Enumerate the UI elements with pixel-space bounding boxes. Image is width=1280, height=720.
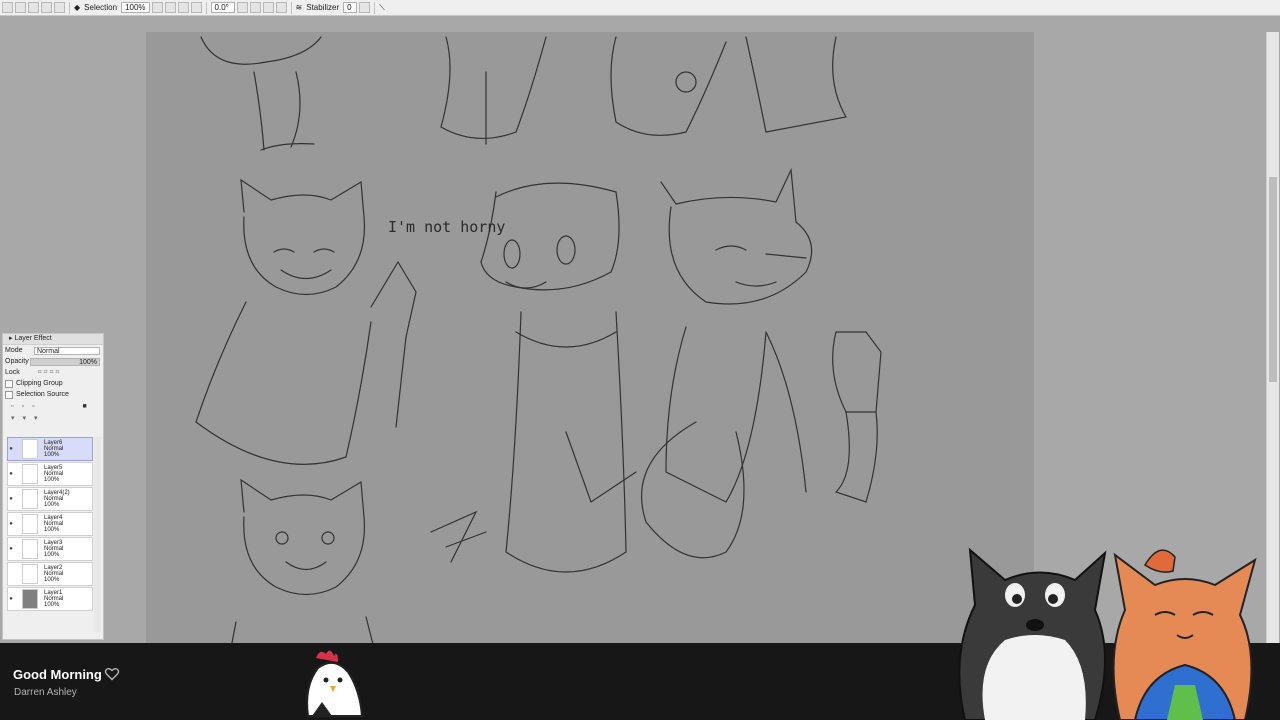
clear-layer-icon[interactable]: ▾	[34, 414, 38, 422]
stabilizer-dropdown-button[interactable]	[359, 2, 371, 13]
clipping-group-label: Clipping Group	[16, 380, 63, 387]
rotate-reset-button[interactable]	[275, 2, 287, 13]
mode-select[interactable]: Normal	[34, 346, 100, 355]
layer-opacity: 100%	[44, 552, 60, 558]
eye-icon[interactable]: ●	[8, 546, 14, 552]
layer-opacity: 100%	[44, 577, 60, 583]
zoom-out-button[interactable]	[164, 2, 176, 13]
rotation-dropdown-button[interactable]	[236, 2, 248, 13]
layer-opacity: 100%	[44, 452, 60, 458]
zoom-in-button[interactable]	[177, 2, 189, 13]
layer-mask-icon[interactable]: ▫	[32, 403, 34, 410]
clipping-group-row[interactable]: Clipping Group	[3, 378, 103, 389]
layer-list-scrollbar[interactable]	[94, 437, 101, 632]
stabilizer-label: Stabilizer	[306, 3, 340, 12]
drawing-canvas[interactable]: I'm not horny	[146, 32, 1034, 648]
layer-opacity: 100%	[44, 477, 60, 483]
layer-actions-row: ▫ ▫ ▫ ■	[3, 400, 103, 412]
tool-label: Selection	[84, 3, 118, 12]
song-artist: Darren Ashley	[14, 687, 77, 698]
new-folder-icon[interactable]: ▫	[21, 403, 23, 410]
layer-list: ● Layer6 Normal 100% ● Layer5 Normal 100% ● …	[7, 437, 93, 612]
selection-source-row[interactable]: Selection Source	[3, 389, 103, 400]
eye-icon[interactable]: ●	[8, 521, 14, 527]
layer-actions-row-2: ▾ ▾ ▾	[3, 412, 103, 424]
layer-thumbnail	[22, 464, 38, 484]
delete-layer-icon[interactable]: ■	[82, 403, 86, 410]
opacity-slider[interactable]: 100%	[30, 357, 100, 366]
layer-thumbnail	[22, 589, 38, 609]
sketch-text: I'm not horny	[388, 218, 506, 236]
clipping-group-checkbox[interactable]	[5, 379, 13, 388]
zoom-reset-button[interactable]	[190, 2, 202, 13]
layer-effect-header[interactable]: ▸ Layer Effect	[3, 334, 103, 345]
opacity-label: Opacity	[5, 358, 29, 365]
layer-item[interactable]: ● Layer3 Normal 100%	[7, 537, 93, 561]
layer-opacity: 100%	[44, 527, 60, 533]
eye-icon[interactable]: ●	[8, 596, 14, 602]
selection-tool-icon[interactable]: ◆	[74, 3, 80, 12]
toolbar-button[interactable]	[28, 2, 39, 13]
transfer-icon[interactable]: ▾	[23, 414, 27, 422]
selection-source-label: Selection Source	[16, 391, 69, 398]
layer-opacity: 100%	[44, 502, 60, 508]
eye-icon[interactable]: ●	[8, 446, 14, 452]
rotate-right-button[interactable]	[262, 2, 274, 13]
heart-icon[interactable]	[104, 666, 120, 682]
toolbar-button[interactable]	[2, 2, 13, 13]
layer-panel: ▸ Layer Effect Mode Normal Opacity 100% …	[2, 333, 104, 640]
chicken-mascot-icon	[306, 650, 364, 717]
zoom-dropdown-button[interactable]	[151, 2, 163, 13]
pen-icon[interactable]: ⟍	[379, 3, 385, 13]
layer-item[interactable]: ● Layer4 Normal 100%	[7, 512, 93, 536]
rotation-field[interactable]: 0.0°	[210, 2, 235, 13]
lock-icons[interactable]: ⌗ ⌗ ⌗ ⌗	[38, 369, 60, 377]
layer-thumbnail	[22, 539, 38, 559]
mode-row: Mode Normal	[3, 345, 103, 356]
layer-thumbnail	[22, 489, 38, 509]
opacity-row: Opacity 100%	[3, 356, 103, 367]
layer-effect-title: Layer Effect	[14, 335, 52, 342]
stabilizer-icon: ≋	[295, 3, 303, 12]
stabilizer-field[interactable]: 0	[343, 2, 358, 13]
merge-down-icon[interactable]: ▾	[11, 414, 15, 422]
vtuber-avatars	[958, 547, 1257, 720]
zoom-field[interactable]: 100%	[121, 2, 150, 13]
divider	[205, 1, 207, 14]
layer-item[interactable]: ● Layer6 Normal 100%	[7, 437, 93, 461]
mode-label: Mode	[5, 347, 23, 354]
layer-opacity: 100%	[44, 602, 60, 608]
layer-item[interactable]: Layer2 Normal 100%	[7, 562, 93, 586]
toolbar-button[interactable]	[15, 2, 26, 13]
new-layer-icon[interactable]: ▫	[11, 403, 13, 410]
divider	[69, 1, 70, 14]
eye-icon[interactable]: ●	[8, 471, 14, 477]
lock-row: Lock ⌗ ⌗ ⌗ ⌗	[3, 367, 103, 378]
layer-thumbnail	[22, 564, 38, 584]
selection-source-checkbox[interactable]	[5, 390, 13, 399]
toolbar-button[interactable]	[54, 2, 65, 13]
divider	[374, 1, 376, 14]
layer-thumbnail	[22, 514, 38, 534]
eye-icon[interactable]: ●	[8, 496, 14, 502]
rotate-left-button[interactable]	[249, 2, 261, 13]
vertical-scroll-thumb[interactable]	[1269, 177, 1277, 382]
lock-label: Lock	[5, 369, 20, 376]
collapse-arrow-icon: ▸	[9, 335, 13, 342]
divider	[290, 1, 292, 14]
layer-item[interactable]: ● Layer1 Normal 100%	[7, 587, 93, 611]
top-toolbar: ◆ Selection 100% 0.0° ≋ Stabilizer 0 ⟍	[0, 0, 1280, 16]
layer-thumbnail	[22, 439, 38, 459]
toolbar-button[interactable]	[41, 2, 52, 13]
layer-item[interactable]: ● Layer4(2) Normal 100%	[7, 487, 93, 511]
layer-item[interactable]: ● Layer5 Normal 100%	[7, 462, 93, 486]
song-title: Good Morning	[13, 667, 102, 682]
